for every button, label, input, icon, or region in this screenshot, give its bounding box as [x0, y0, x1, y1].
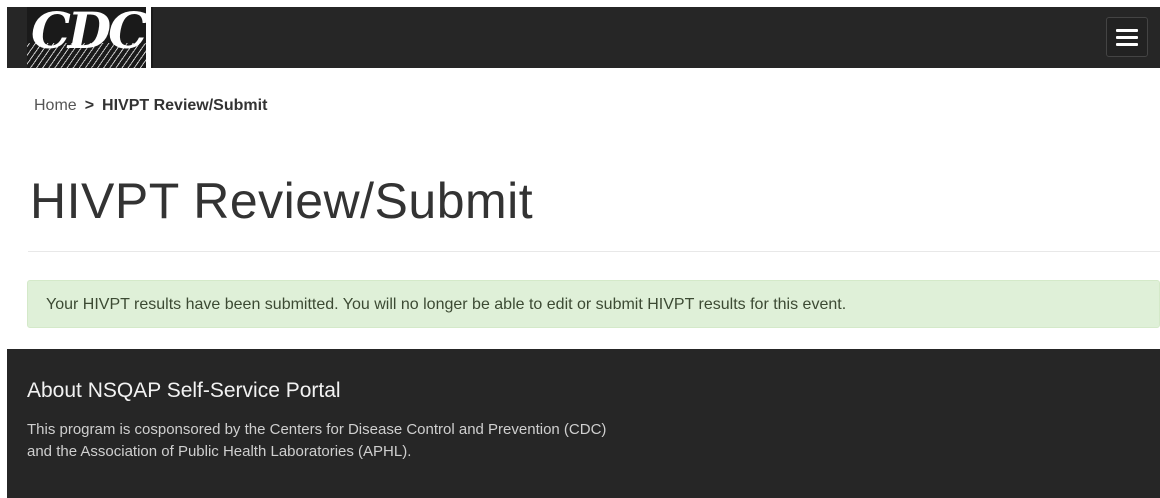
footer-text: This program is cosponsored by the Cente…	[27, 421, 607, 460]
logo-bar	[146, 7, 151, 68]
breadcrumb-separator: >	[84, 97, 95, 114]
menu-line	[1116, 28, 1138, 32]
breadcrumb-home-link[interactable]: Home	[34, 97, 77, 115]
breadcrumb-current: HIVPT Review/Submit	[102, 97, 268, 114]
footer-heading: About NSQAP Self-Service Portal	[27, 379, 341, 402]
alert-message: Your HIVPT results have been submitted. …	[46, 296, 847, 313]
success-alert: Your HIVPT results have been submitted. …	[27, 280, 1160, 328]
site-header: CDC	[7, 7, 1160, 68]
logo-text: CDC	[31, 7, 148, 60]
breadcrumb: Home > HIVPT Review/Submit	[34, 97, 267, 115]
site-footer: About NSQAP Self-Service Portal This pro…	[7, 349, 1160, 498]
cdc-logo[interactable]: CDC	[27, 7, 153, 68]
title-divider	[28, 251, 1160, 252]
hamburger-menu-icon[interactable]	[1106, 17, 1148, 57]
menu-line	[1116, 35, 1138, 39]
page-title: HIVPT Review/Submit	[30, 173, 534, 229]
menu-line	[1116, 42, 1138, 46]
